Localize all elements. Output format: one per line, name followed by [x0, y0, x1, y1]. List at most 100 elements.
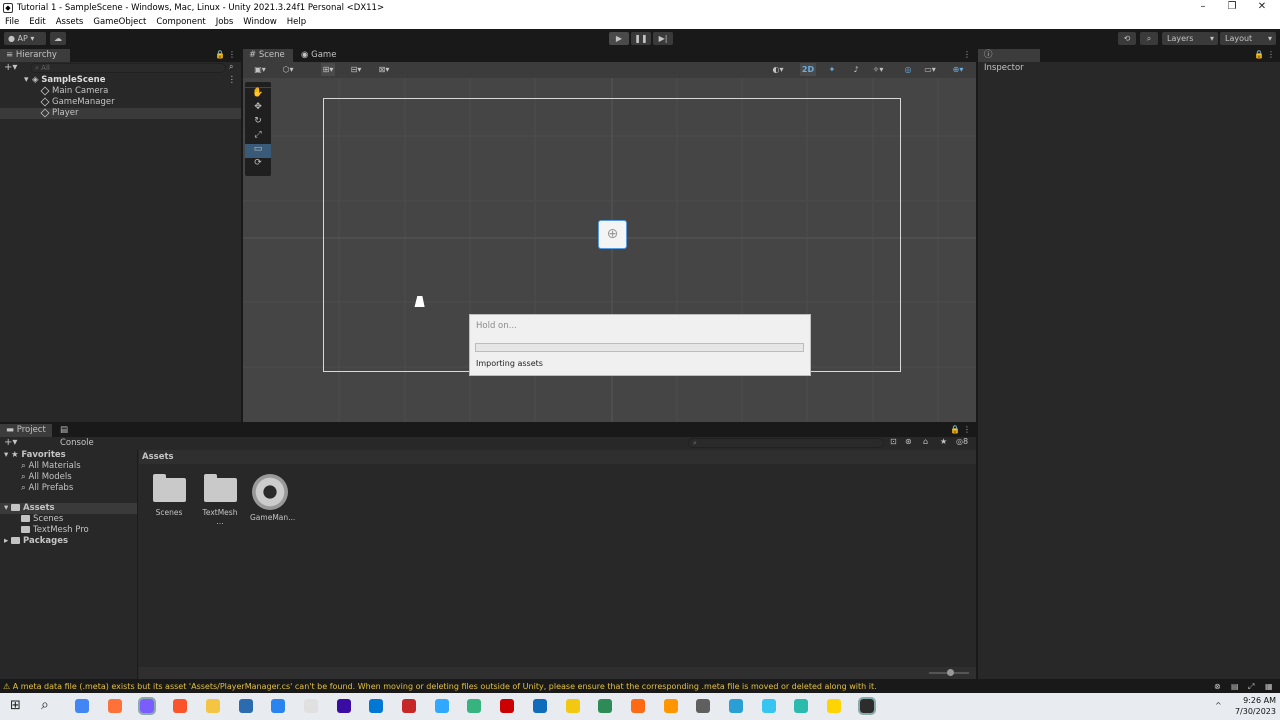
taskbar-app-icon[interactable]	[75, 699, 89, 713]
menu-assets[interactable]: Assets	[51, 17, 89, 27]
clock-time[interactable]: 9:26 AM	[1240, 696, 1276, 705]
visibility-icon[interactable]: ◎	[901, 63, 915, 76]
favorite-item[interactable]: ⌕ All Prefabs	[0, 483, 137, 494]
shading-icon[interactable]: ◐▾	[771, 63, 785, 76]
increment-icon[interactable]: ⊠▾	[377, 63, 391, 76]
menu-gameobject[interactable]: GameObject	[88, 17, 151, 27]
favorites-row[interactable]: ▾ ★ Favorites	[0, 450, 137, 461]
close-button[interactable]: ✕	[1247, 0, 1277, 15]
asset-item[interactable]: TextMesh ...	[200, 474, 240, 526]
audio-icon[interactable]: ♪	[849, 63, 863, 76]
hand-tool-icon[interactable]: ✋	[245, 88, 271, 102]
taskbar-app-icon[interactable]	[729, 699, 743, 713]
menu-window[interactable]: Window	[238, 17, 282, 27]
search-by-label-icon[interactable]: ⊛	[905, 437, 912, 446]
hierarchy-item[interactable]: Main Camera	[0, 85, 241, 97]
lighting-icon[interactable]: ✦	[825, 63, 839, 76]
search-icon[interactable]: ⌕	[1140, 32, 1158, 45]
step-button[interactable]: ▶|	[653, 32, 673, 45]
more-icon[interactable]: ⋮	[1267, 50, 1275, 59]
transform-tool-icon[interactable]: ⟳	[245, 158, 271, 172]
add-icon[interactable]: +▾	[4, 62, 17, 73]
more-icon[interactable]: ⋮	[963, 50, 971, 59]
move-tool-icon[interactable]: ✥	[245, 102, 271, 116]
history-icon[interactable]: ⟲	[1118, 32, 1136, 45]
packages-row[interactable]: ▸ Packages	[0, 536, 137, 547]
taskbar-app-icon[interactable]	[303, 699, 318, 713]
asset-folder-item[interactable]: TextMesh Pro	[0, 525, 137, 536]
pause-button[interactable]: ❚❚	[631, 32, 651, 45]
restore-button[interactable]: ❐	[1217, 0, 1247, 15]
taskbar-app-icon[interactable]	[857, 697, 876, 715]
player-sprite[interactable]: ⊕	[598, 220, 627, 249]
assets-row[interactable]: ▾ Assets	[0, 503, 137, 514]
lock-icon[interactable]: 🔒	[1254, 50, 1264, 59]
lock-icon[interactable]: 🔒	[950, 425, 960, 434]
asset-item[interactable]: Scenes	[149, 474, 189, 517]
2d-toggle[interactable]: 2D	[800, 63, 816, 76]
progress-icon[interactable]: ⤢	[1248, 680, 1254, 693]
taskbar-app-icon[interactable]	[434, 699, 449, 713]
asset-item[interactable]: GameMan...	[250, 474, 295, 522]
effects-icon[interactable]: ✧▾	[871, 63, 885, 76]
more-icon[interactable]: ⋮	[963, 425, 971, 434]
hierarchy-item-selected[interactable]: Player	[0, 107, 241, 119]
cache-icon[interactable]: ▦	[1265, 680, 1273, 693]
menu-help[interactable]: Help	[282, 17, 311, 27]
taskbar-app-icon[interactable]	[827, 699, 842, 713]
taskbar-app-icon[interactable]	[467, 699, 482, 713]
taskbar-app-icon[interactable]	[794, 699, 809, 713]
taskbar-app-icon[interactable]	[402, 699, 416, 713]
taskbar-app-icon[interactable]	[238, 699, 253, 713]
tab-inspector[interactable]: ⓘ Inspector	[978, 49, 1040, 73]
project-search-input[interactable]: ⌕	[688, 438, 884, 448]
menu-component[interactable]: Component	[151, 17, 210, 27]
menu-jobs[interactable]: Jobs	[211, 17, 239, 27]
zoom-slider-handle[interactable]	[947, 669, 954, 676]
taskbar-app-icon[interactable]	[271, 699, 286, 713]
menu-file[interactable]: File	[0, 17, 24, 27]
layers-dropdown[interactable]: Layers ▾	[1162, 32, 1218, 45]
taskbar-app-icon[interactable]	[369, 699, 384, 713]
add-icon[interactable]: +▾	[4, 437, 17, 448]
scale-tool-icon[interactable]: ⤢	[245, 130, 271, 144]
taskbar-app-icon[interactable]	[565, 699, 580, 713]
network-icon[interactable]: ⊗	[1214, 680, 1221, 693]
taskbar-app-icon[interactable]	[205, 699, 220, 713]
layout-dropdown[interactable]: Layout ▾	[1220, 32, 1276, 45]
debug-icon[interactable]: ▤	[1231, 680, 1239, 693]
minimize-button[interactable]: –	[1188, 0, 1218, 15]
cloud-icon[interactable]: ☁	[50, 32, 66, 45]
taskbar-app-icon[interactable]	[696, 699, 711, 713]
scene-row[interactable]: ▾ ◈ SampleScene ⋮	[0, 75, 241, 86]
asset-folder-item[interactable]: Scenes	[0, 514, 137, 525]
taskbar-app-icon[interactable]	[138, 697, 157, 715]
tab-game[interactable]: ◉ Game	[295, 49, 343, 62]
taskbar-app-icon[interactable]	[663, 699, 678, 713]
taskbar-app-icon[interactable]	[107, 699, 122, 713]
menu-edit[interactable]: Edit	[24, 17, 50, 27]
filter-icon[interactable]: ⌕	[229, 62, 233, 72]
account-dropdown[interactable]: ● AP ▾	[4, 32, 46, 45]
more-icon[interactable]: ⋮	[228, 75, 237, 86]
taskbar-app-icon[interactable]	[336, 699, 351, 713]
draw-mode-icon[interactable]: ▣▾	[253, 63, 267, 76]
tab-scene[interactable]: # Scene	[243, 49, 293, 62]
windows-start-icon[interactable]: ⊞	[10, 698, 21, 713]
favorite-item[interactable]: ⌕ All Materials	[0, 461, 137, 472]
rotate-tool-icon[interactable]: ↻	[245, 116, 271, 130]
taskbar-app-icon[interactable]	[173, 699, 188, 713]
search-by-type-icon[interactable]: ⊡	[890, 437, 897, 446]
taskbar-app-icon[interactable]	[598, 699, 613, 713]
camera-icon[interactable]: ▭▾	[923, 63, 937, 76]
taskbar-app-icon[interactable]	[500, 699, 515, 713]
tab-hierarchy[interactable]: ≡ Hierarchy	[0, 49, 70, 62]
gizmos-icon[interactable]: ⊕▾	[951, 63, 965, 76]
taskbar-app-icon[interactable]	[630, 699, 645, 713]
hierarchy-item[interactable]: GameManager	[0, 96, 241, 108]
search-icon[interactable]: ⌕	[41, 697, 49, 713]
star-icon[interactable]: ★	[940, 437, 947, 446]
transform-icon[interactable]: ⬡▾	[281, 63, 295, 76]
snap-icon[interactable]: ⊞▾	[321, 63, 335, 76]
grid-snap-icon[interactable]: ⊟▾	[349, 63, 363, 76]
